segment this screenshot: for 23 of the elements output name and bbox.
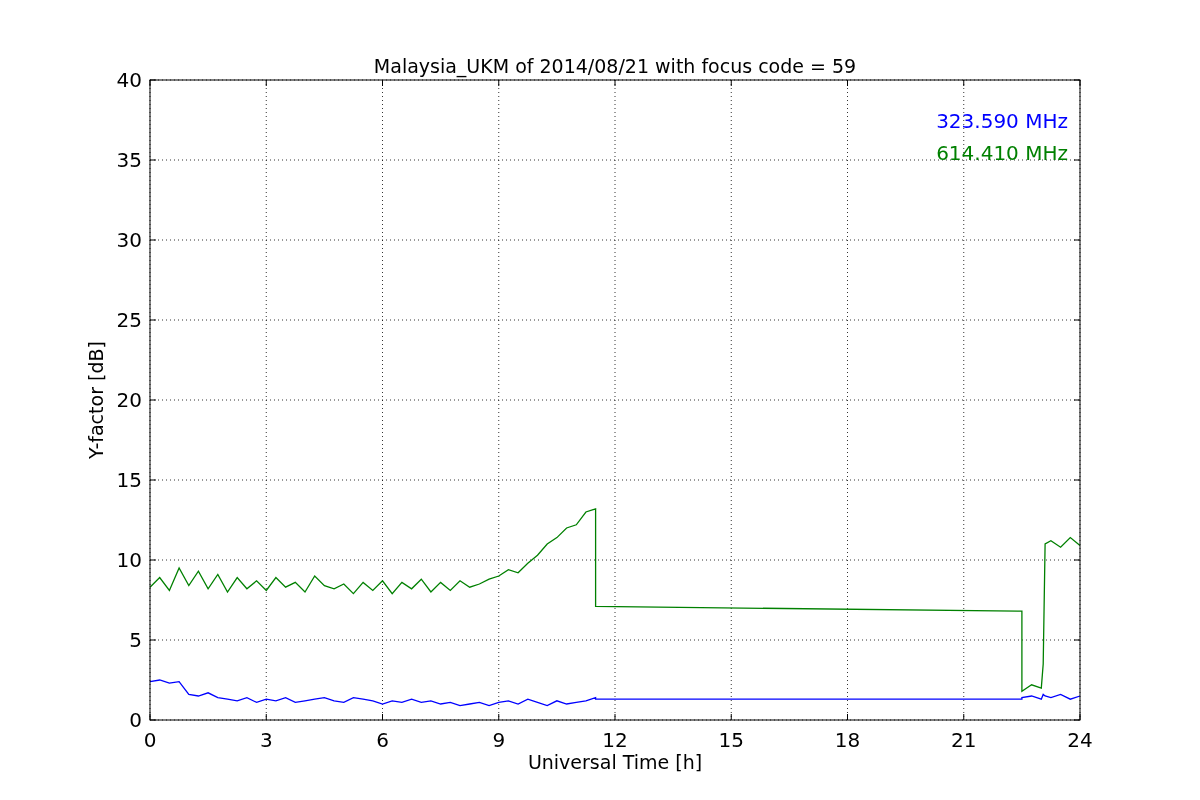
- x-tick-label: 12: [602, 728, 628, 752]
- x-tick-label: 0: [143, 728, 157, 752]
- x-axis-label: Universal Time [h]: [527, 751, 703, 773]
- legend-label: 323.590 MHz: [936, 109, 1068, 133]
- y-tick-label: 5: [129, 628, 142, 652]
- y-tick-label: 15: [116, 468, 142, 492]
- x-tick-label: 24: [1067, 728, 1093, 752]
- chart-title: Malaysia_UKM of 2014/08/21 with focus code = 59: [373, 55, 857, 77]
- y-axis-label: Y-factor [dB]: [85, 341, 107, 459]
- y-tick-label: 40: [116, 68, 142, 92]
- x-tick-label: 15: [718, 728, 744, 752]
- y-tick-label: 0: [129, 708, 142, 732]
- y-tick-label: 35: [116, 148, 142, 172]
- y-tick-label: 20: [116, 388, 142, 412]
- x-tick-label: 6: [376, 728, 389, 752]
- y-tick-label: 10: [116, 548, 142, 572]
- x-tick-label: 21: [951, 728, 977, 752]
- x-tick-label: 9: [492, 728, 506, 752]
- y-tick-label: 25: [116, 308, 142, 332]
- x-tick-label: 18: [834, 728, 861, 752]
- legend-label: 614.410 MHz: [936, 141, 1068, 165]
- x-tick-label: 3: [259, 728, 273, 752]
- y-tick-label: 30: [116, 228, 142, 252]
